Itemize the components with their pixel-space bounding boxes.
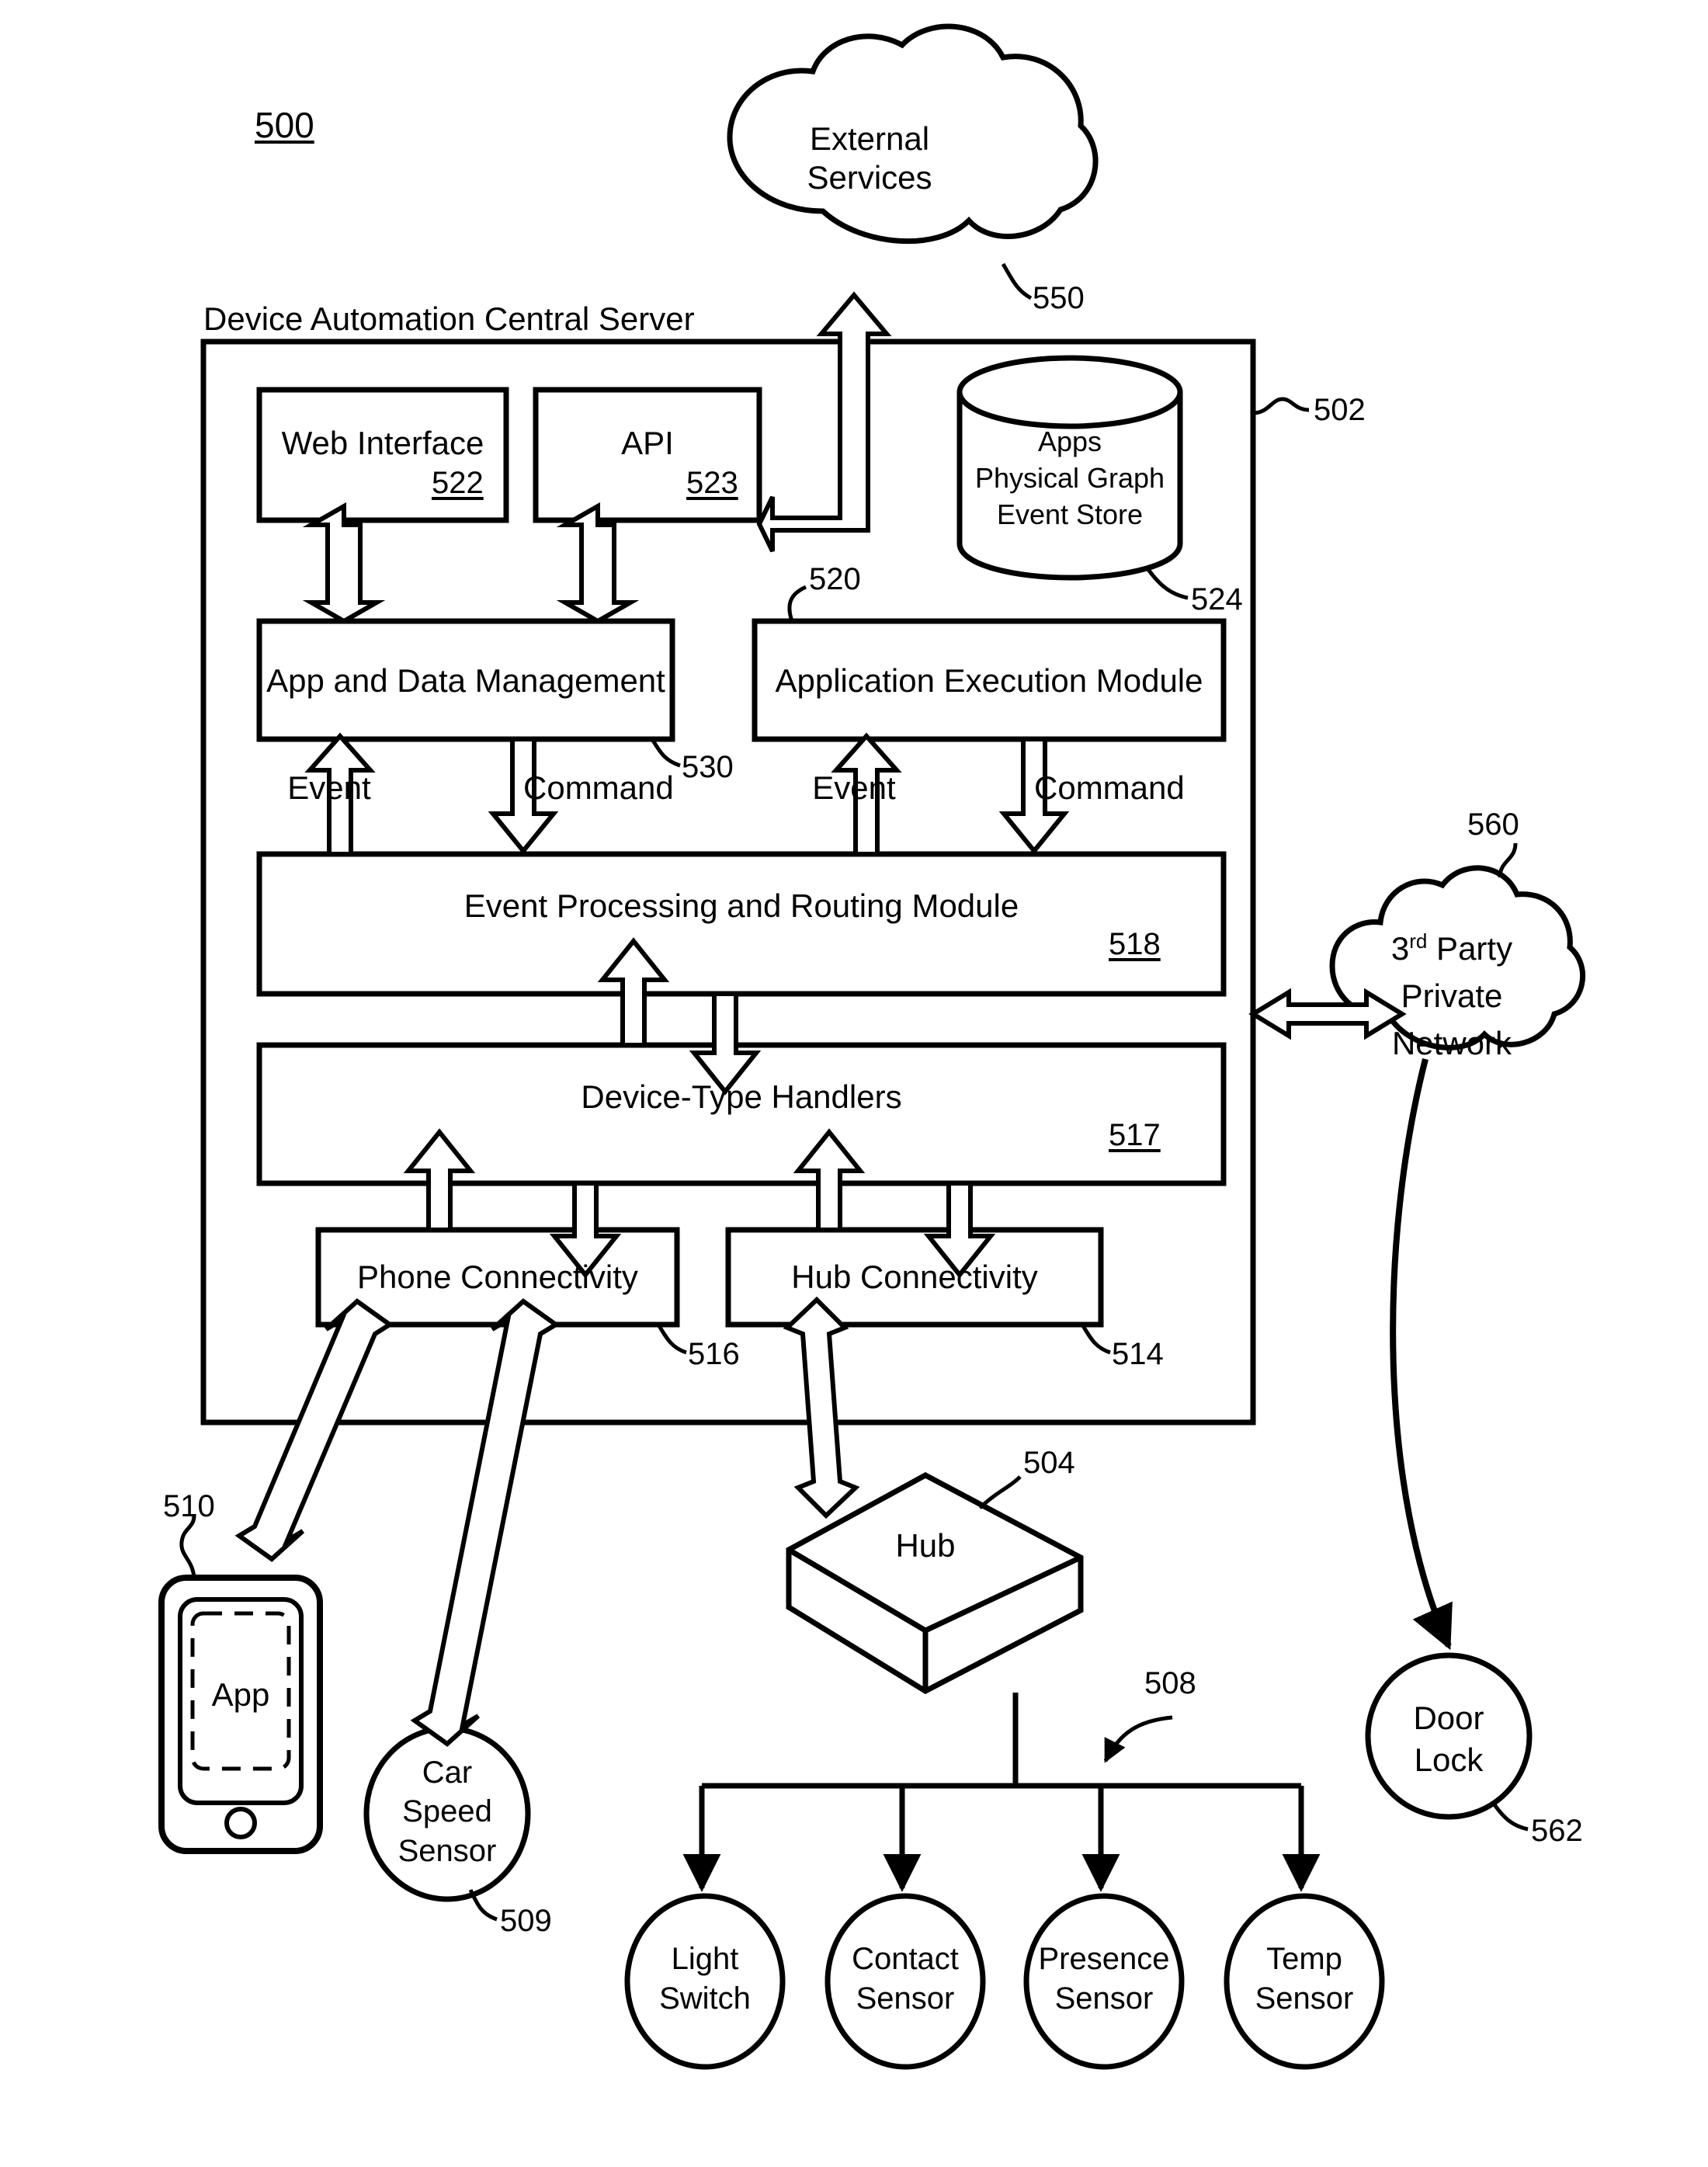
ref-518: 518 [1109, 927, 1161, 961]
device-type-handlers-label[interactable]: Device-Type Handlers [259, 1078, 1224, 1116]
application-execution-module-label[interactable]: Application Execution Module [755, 662, 1224, 700]
ref-510: 510 [163, 1489, 215, 1523]
hub-connectivity-label[interactable]: Hub Connectivity [728, 1258, 1101, 1297]
ref-560: 560 [1467, 807, 1519, 842]
command-label-right: Command [1034, 769, 1185, 806]
external-services-label: External Services [807, 120, 932, 196]
app-label[interactable]: App [193, 1676, 289, 1714]
sensor-label-light-switch[interactable]: Light Switch [635, 1940, 775, 2019]
smartphone-shape [158, 1575, 323, 1854]
car-speed-sensor-label[interactable]: Car Speed Sensor [370, 1753, 525, 1870]
app-data-management-label[interactable]: App and Data Management [259, 662, 672, 700]
event-label-right: Event [812, 769, 896, 806]
command-label-left: Command [523, 769, 674, 806]
patent-figure-500: 500 External Services 550 Device Automati… [0, 0, 1708, 2167]
ref-517: 517 [1109, 1118, 1161, 1152]
ref-502: 502 [1314, 393, 1366, 427]
ref-504: 504 [1023, 1446, 1075, 1480]
web-interface-label[interactable]: Web Interface [259, 424, 506, 463]
third-party-network-line1-rest: Party [1427, 930, 1513, 967]
ref-562: 562 [1531, 1814, 1583, 1848]
ref-509: 509 [500, 1904, 552, 1938]
ref-523: 523 [686, 466, 738, 500]
figure-number: 500 [255, 105, 314, 145]
event-processing-label[interactable]: Event Processing and Routing Module [259, 887, 1224, 925]
third-party-network-line1: 3 [1390, 930, 1410, 967]
ref-516: 516 [688, 1337, 740, 1371]
third-party-network-label: 3rd Party Private Network [1352, 925, 1551, 1068]
third-party-network-superscript: rd [1409, 929, 1428, 953]
third-party-network-line2: Private [1401, 977, 1503, 1014]
door-lock-label[interactable]: Door Lock [1371, 1697, 1526, 1781]
ref-514: 514 [1112, 1337, 1164, 1371]
event-label-left: Event [287, 769, 371, 806]
data-store-label: Apps Physical Graph Event Store [974, 425, 1165, 530]
server-title: Device Automation Central Server [203, 300, 695, 337]
ref-508: 508 [1144, 1666, 1196, 1700]
hub-label[interactable]: Hub [848, 1526, 1003, 1565]
sensor-label-temp-sensor[interactable]: Temp Sensor [1227, 1940, 1382, 2019]
ref-550: 550 [1033, 281, 1085, 315]
sensor-label-contact-sensor[interactable]: Contact Sensor [828, 1940, 983, 2019]
third-party-network-line3: Network [1391, 1024, 1512, 1061]
api-label[interactable]: API [536, 424, 759, 463]
ref-524: 524 [1191, 582, 1243, 616]
sensor-label-presence-sensor[interactable]: Presence Sensor [1023, 1940, 1185, 2019]
phone-connectivity-label[interactable]: Phone Connectivity [318, 1258, 677, 1297]
ref-520: 520 [809, 562, 861, 596]
ref-522: 522 [432, 466, 484, 500]
